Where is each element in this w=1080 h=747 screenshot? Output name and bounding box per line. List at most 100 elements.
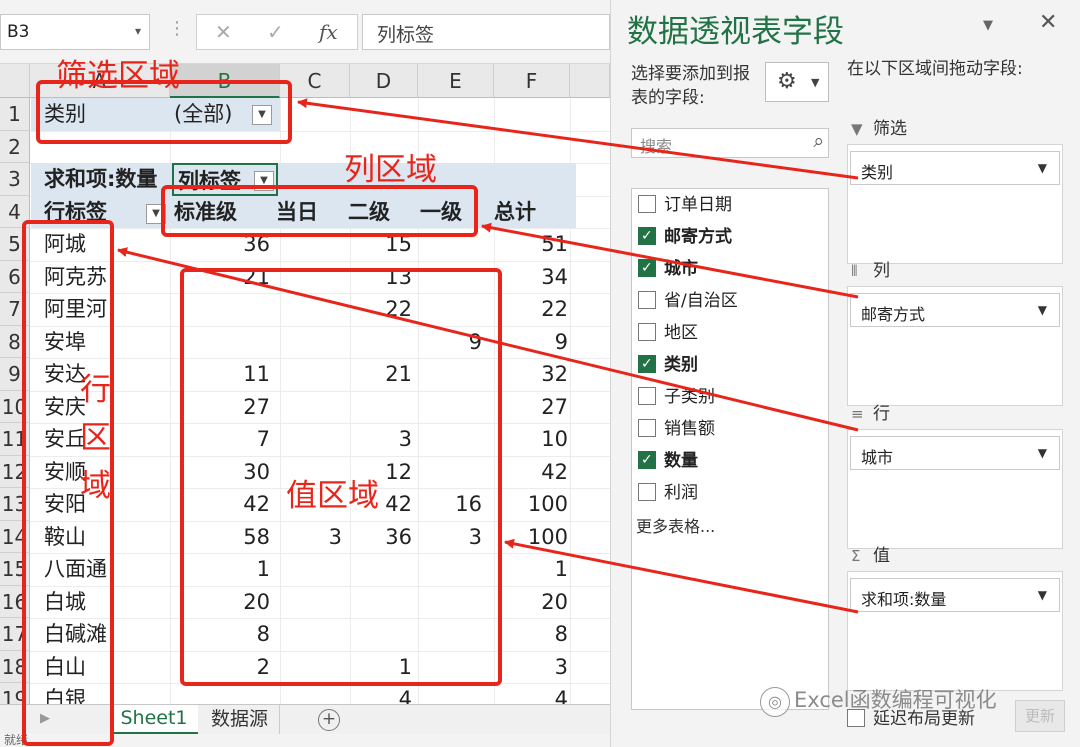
field-item[interactable]: 城市 (638, 254, 698, 283)
row-header-5[interactable]: 5 (0, 228, 30, 261)
value-cell[interactable]: 2 (170, 651, 274, 684)
city-cell[interactable]: 八面通 (40, 553, 170, 586)
value-cell[interactable]: 27 (494, 391, 572, 424)
value-cell[interactable]: 9 (418, 326, 486, 359)
enter-icon[interactable]: ✓ (267, 20, 284, 44)
value-cell[interactable]: 34 (494, 261, 572, 294)
value-cell[interactable]: 7 (170, 423, 274, 456)
column-header-f[interactable]: F (494, 64, 570, 98)
value-cell[interactable]: 10 (494, 423, 572, 456)
field-item[interactable]: 省/自治区 (638, 287, 738, 315)
filter-area-box[interactable]: 类别 ▼ (847, 144, 1063, 264)
pane-options-icon[interactable]: ▼ (983, 18, 993, 33)
value-cell[interactable]: 27 (170, 391, 274, 424)
value-cell[interactable]: 3 (494, 651, 572, 684)
field-checkbox[interactable] (638, 350, 656, 378)
rows-area-box[interactable]: 城市 ▼ (847, 429, 1063, 549)
cancel-icon[interactable]: ✕ (215, 20, 232, 44)
value-cell[interactable]: 21 (350, 358, 416, 391)
value-cell[interactable]: 1 (494, 553, 572, 586)
field-item[interactable]: 利润 (638, 479, 698, 507)
close-icon[interactable]: ✕ (1039, 10, 1057, 35)
city-cell[interactable]: 白碱滩 (40, 618, 170, 651)
value-cell[interactable]: 21 (170, 261, 274, 294)
field-checkbox[interactable] (638, 291, 656, 309)
value-cell[interactable]: 3 (350, 423, 416, 456)
tab-sheet1[interactable]: Sheet1 (110, 705, 198, 735)
row-header-14[interactable]: 14 (0, 520, 30, 553)
search-icon[interactable]: ⌕ (813, 130, 824, 152)
city-cell[interactable]: 阿城 (40, 228, 170, 261)
row-header-3[interactable]: 3 (0, 163, 30, 196)
city-cell[interactable]: 白城 (40, 586, 170, 619)
value-cell[interactable]: 3 (280, 521, 346, 554)
value-cell[interactable]: 100 (494, 488, 572, 521)
city-cell[interactable]: 安埠 (40, 326, 170, 359)
column-header-c[interactable]: C (280, 64, 350, 98)
value-cell[interactable]: 4 (494, 683, 572, 704)
row-header-16[interactable]: 16 (0, 585, 30, 618)
row-header-9[interactable]: 9 (0, 358, 30, 391)
value-cell[interactable]: 13 (350, 261, 416, 294)
value-cell[interactable]: 58 (170, 521, 274, 554)
name-box[interactable]: B3 ▾ (0, 14, 150, 50)
value-cell[interactable]: 3 (418, 521, 486, 554)
row-header-7[interactable]: 7 (0, 293, 30, 326)
row-header-4[interactable]: 4 (0, 195, 30, 228)
field-item[interactable]: 销售额 (638, 415, 715, 443)
value-cell[interactable]: 22 (494, 293, 572, 326)
value-cell[interactable]: 32 (494, 358, 572, 391)
field-settings-button[interactable]: ⚙ ▼ (765, 62, 829, 102)
field-checkbox[interactable] (638, 254, 656, 282)
value-cell[interactable]: 100 (494, 521, 572, 554)
values-area-box[interactable]: 求和项:数量 ▼ (847, 571, 1063, 691)
field-item[interactable]: 数量 (638, 446, 698, 475)
city-cell[interactable]: 白山 (40, 651, 170, 684)
insert-function-icon[interactable]: fx (319, 20, 338, 44)
filter-dropdown-button[interactable]: ▼ (252, 105, 272, 125)
value-cell[interactable]: 8 (170, 618, 274, 651)
field-item[interactable]: 子类别 (638, 383, 715, 411)
drag-handle-icon[interactable]: ⋮ (168, 18, 186, 39)
row-header-11[interactable]: 11 (0, 423, 30, 456)
city-cell[interactable]: 白银 (40, 683, 170, 704)
value-cell[interactable]: 30 (170, 456, 274, 489)
field-item[interactable]: 地区 (638, 319, 698, 347)
chevron-down-icon[interactable]: ▼ (1038, 588, 1047, 602)
city-cell[interactable]: 阿克苏 (40, 261, 170, 294)
city-cell[interactable]: 阿里河 (40, 293, 170, 326)
add-sheet-button[interactable]: + (318, 709, 340, 731)
field-item[interactable]: 邮寄方式 (638, 222, 732, 251)
field-checkbox[interactable] (638, 419, 656, 437)
value-cell[interactable]: 42 (494, 456, 572, 489)
field-checkbox[interactable] (638, 222, 656, 250)
select-all-corner[interactable] (0, 64, 30, 98)
chevron-down-icon[interactable]: ▼ (1038, 161, 1047, 175)
chevron-down-icon[interactable]: ▼ (1038, 303, 1047, 317)
value-cell[interactable]: 1 (350, 651, 416, 684)
row-header-12[interactable]: 12 (0, 455, 30, 488)
value-cell[interactable]: 11 (170, 358, 274, 391)
field-checkbox[interactable] (638, 446, 656, 474)
more-tables-link[interactable]: 更多表格... (636, 513, 715, 537)
filter-value[interactable]: (全部) (170, 98, 250, 131)
field-checkbox[interactable] (638, 387, 656, 405)
field-item[interactable]: 类别 (638, 350, 698, 379)
field-search-input[interactable]: 搜索 ⌕ (631, 128, 829, 158)
field-checkbox[interactable] (638, 483, 656, 501)
value-cell[interactable]: 36 (350, 521, 416, 554)
row-header-17[interactable]: 17 (0, 618, 30, 651)
column-header-b[interactable]: B (170, 64, 280, 98)
row-header-13[interactable]: 13 (0, 488, 30, 521)
value-cell[interactable]: 20 (170, 586, 274, 619)
value-cell[interactable]: 22 (350, 293, 416, 326)
value-cell[interactable]: 4 (350, 683, 416, 704)
city-cell[interactable]: 鞍山 (40, 521, 170, 554)
row-header-10[interactable]: 10 (0, 390, 30, 423)
column-labels-dropdown-button[interactable]: ▼ (254, 171, 274, 191)
columns-area-item[interactable]: 邮寄方式 ▼ (850, 293, 1060, 327)
update-button[interactable]: 更新 (1015, 700, 1065, 732)
row-header-15[interactable]: 15 (0, 553, 30, 586)
row-header-18[interactable]: 18 (0, 650, 30, 683)
rows-area-item[interactable]: 城市 ▼ (850, 436, 1060, 470)
